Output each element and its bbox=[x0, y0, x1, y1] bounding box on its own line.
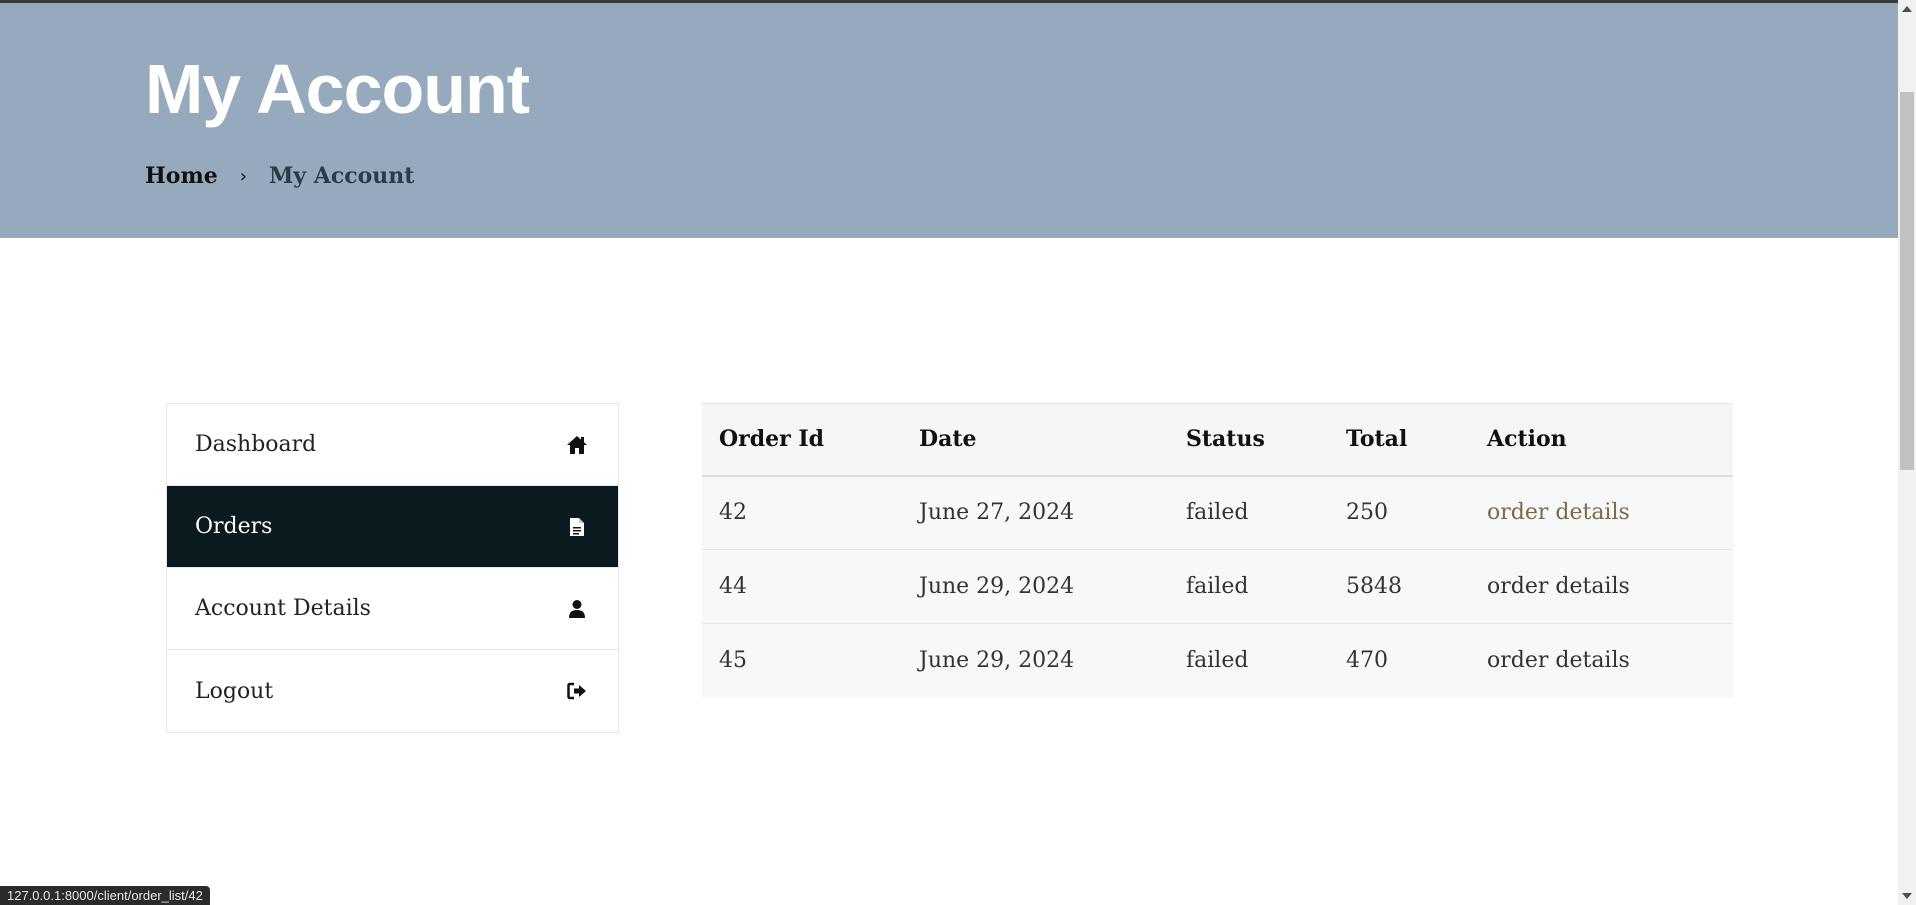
order-date-cell: June 29, 2024 bbox=[919, 648, 1075, 674]
vertical-scrollbar[interactable] bbox=[1898, 0, 1916, 905]
account-sidebar: Dashboard Orders Account Details Logout bbox=[166, 403, 619, 733]
chevron-right-icon: › bbox=[239, 165, 247, 187]
home-icon bbox=[566, 434, 588, 456]
column-header-order-id: Order Id bbox=[719, 426, 825, 453]
order-date-cell: June 27, 2024 bbox=[919, 500, 1075, 526]
page-title: My Account bbox=[145, 50, 530, 128]
order-id-cell: 42 bbox=[719, 500, 747, 526]
order-status-cell: failed bbox=[1186, 500, 1249, 526]
breadcrumb: Home › My Account bbox=[145, 163, 414, 189]
column-header-date: Date bbox=[919, 426, 977, 453]
page-header: My Account Home › My Account bbox=[0, 3, 1898, 238]
column-header-total: Total bbox=[1346, 426, 1408, 453]
sidebar-item-label: Dashboard bbox=[195, 432, 317, 457]
order-details-link[interactable]: order details bbox=[1487, 648, 1630, 673]
order-action-cell: order details bbox=[1470, 550, 1733, 624]
orders-table: Order Id Date Status Total Action 42 Jun… bbox=[702, 403, 1733, 698]
scrollbar-thumb[interactable] bbox=[1900, 92, 1914, 470]
order-status-cell: failed bbox=[1186, 648, 1249, 674]
breadcrumb-current: My Account bbox=[268, 163, 415, 189]
order-total-cell: 5848 bbox=[1346, 574, 1402, 599]
order-total-cell: 250 bbox=[1346, 500, 1388, 526]
order-action-cell: order details bbox=[1470, 476, 1733, 550]
sidebar-item-orders[interactable]: Orders bbox=[167, 486, 618, 568]
document-icon bbox=[566, 516, 588, 538]
column-header-status: Status bbox=[1186, 426, 1265, 453]
order-total-cell: 470 bbox=[1346, 648, 1388, 674]
logout-icon bbox=[566, 680, 588, 702]
column-header-action: Action bbox=[1487, 426, 1567, 453]
sidebar-item-label: Orders bbox=[195, 514, 273, 539]
sidebar-item-account-details[interactable]: Account Details bbox=[167, 568, 618, 650]
link-status-bar: 127.0.0.1:8000/client/order_list/42 bbox=[0, 886, 210, 905]
table-row: 44 June 29, 2024 failed 5848 order detai… bbox=[702, 549, 1733, 624]
sidebar-item-label: Logout bbox=[195, 678, 274, 704]
order-action-cell: order details bbox=[1470, 624, 1733, 698]
sidebar-item-logout[interactable]: Logout bbox=[167, 650, 618, 732]
scroll-down-arrow-icon[interactable] bbox=[1898, 887, 1916, 905]
scroll-up-arrow-icon[interactable] bbox=[1898, 0, 1916, 18]
breadcrumb-home-link[interactable]: Home bbox=[145, 163, 218, 189]
order-details-link[interactable]: order details bbox=[1487, 500, 1630, 525]
order-date-cell: June 29, 2024 bbox=[919, 574, 1075, 599]
table-row: 45 June 29, 2024 failed 470 order detail… bbox=[702, 623, 1733, 698]
order-id-cell: 45 bbox=[719, 648, 747, 674]
order-id-cell: 44 bbox=[719, 574, 747, 599]
user-icon bbox=[566, 598, 588, 620]
order-details-link[interactable]: order details bbox=[1487, 574, 1630, 599]
sidebar-item-label: Account Details bbox=[195, 596, 371, 621]
table-header-row: Order Id Date Status Total Action bbox=[702, 403, 1733, 476]
order-status-cell: failed bbox=[1186, 574, 1249, 599]
sidebar-item-dashboard[interactable]: Dashboard bbox=[167, 404, 618, 486]
table-row: 42 June 27, 2024 failed 250 order detail… bbox=[702, 475, 1733, 550]
